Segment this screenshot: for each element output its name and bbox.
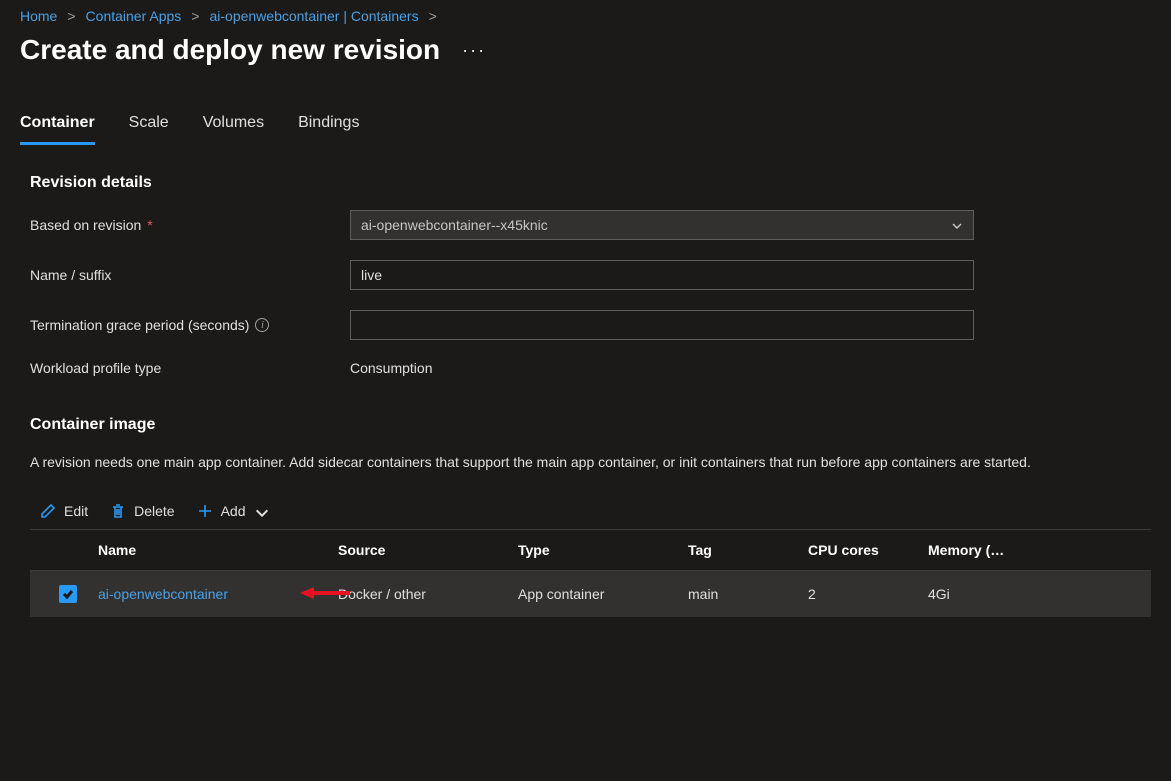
workload-profile-value: Consumption [350,360,433,376]
delete-icon [110,503,126,519]
row-checkbox[interactable] [59,585,77,603]
edit-button-label: Edit [64,503,88,519]
breadcrumb-separator: > [67,8,75,24]
table-header-row: Name Source Type Tag CPU cores Memory (… [30,530,1151,571]
delete-button-label: Delete [134,503,174,519]
col-header-memory[interactable]: Memory (… [928,542,1048,558]
name-suffix-input[interactable] [350,260,974,290]
breadcrumb-separator: > [191,8,199,24]
label-name-suffix: Name / suffix [30,267,111,283]
col-header-source[interactable]: Source [338,542,518,558]
breadcrumb-container-apps[interactable]: Container Apps [86,8,182,24]
cell-tag: main [688,586,808,602]
delete-button[interactable]: Delete [110,503,174,519]
plus-icon [197,503,213,519]
container-name-link[interactable]: ai-openwebcontainer [98,586,228,602]
tabs: Container Scale Volumes Bindings [20,114,1151,146]
based-on-revision-value: ai-openwebcontainer--x45knic [361,217,548,233]
label-termination-grace: Termination grace period (seconds) [30,317,249,333]
col-header-tag[interactable]: Tag [688,542,808,558]
chevron-down-icon [254,505,266,517]
table-row[interactable]: ai-openwebcontainer Docker / other App c… [30,571,1151,618]
check-icon [62,588,74,600]
info-icon[interactable]: i [255,318,269,332]
container-image-description: A revision needs one main app container.… [30,452,1130,473]
cell-cpu: 2 [808,586,928,602]
breadcrumb-container[interactable]: ai-openwebcontainer | Containers [209,8,418,24]
edit-icon [40,503,56,519]
tab-bindings[interactable]: Bindings [298,114,359,145]
add-button[interactable]: Add [197,503,266,519]
revision-details-heading: Revision details [30,174,1151,192]
required-indicator: * [147,217,152,233]
tab-volumes[interactable]: Volumes [203,114,264,145]
breadcrumb-separator: > [429,8,437,24]
col-header-cpu[interactable]: CPU cores [808,542,928,558]
annotation-arrow [300,583,350,606]
container-image-heading: Container image [30,416,1151,434]
based-on-revision-select[interactable]: ai-openwebcontainer--x45knic [350,210,974,240]
page-title: Create and deploy new revision [20,34,440,66]
col-header-name[interactable]: Name [98,542,338,558]
add-button-label: Add [221,503,246,519]
container-toolbar: Edit Delete Add [30,497,1151,530]
termination-grace-input[interactable] [350,310,974,340]
breadcrumb-home[interactable]: Home [20,8,57,24]
containers-table: Name Source Type Tag CPU cores Memory (…… [30,530,1151,618]
cell-type: App container [518,586,688,602]
cell-memory: 4Gi [928,586,1048,602]
breadcrumb: Home > Container Apps > ai-openwebcontai… [20,8,1151,24]
tab-container[interactable]: Container [20,114,95,145]
cell-source: Docker / other [338,586,518,602]
col-header-type[interactable]: Type [518,542,688,558]
label-based-on-revision: Based on revision [30,217,141,233]
chevron-down-icon [951,219,963,231]
label-workload-profile: Workload profile type [30,360,161,376]
edit-button[interactable]: Edit [40,503,88,519]
more-actions-button[interactable]: ··· [462,40,486,61]
tab-scale[interactable]: Scale [129,114,169,145]
